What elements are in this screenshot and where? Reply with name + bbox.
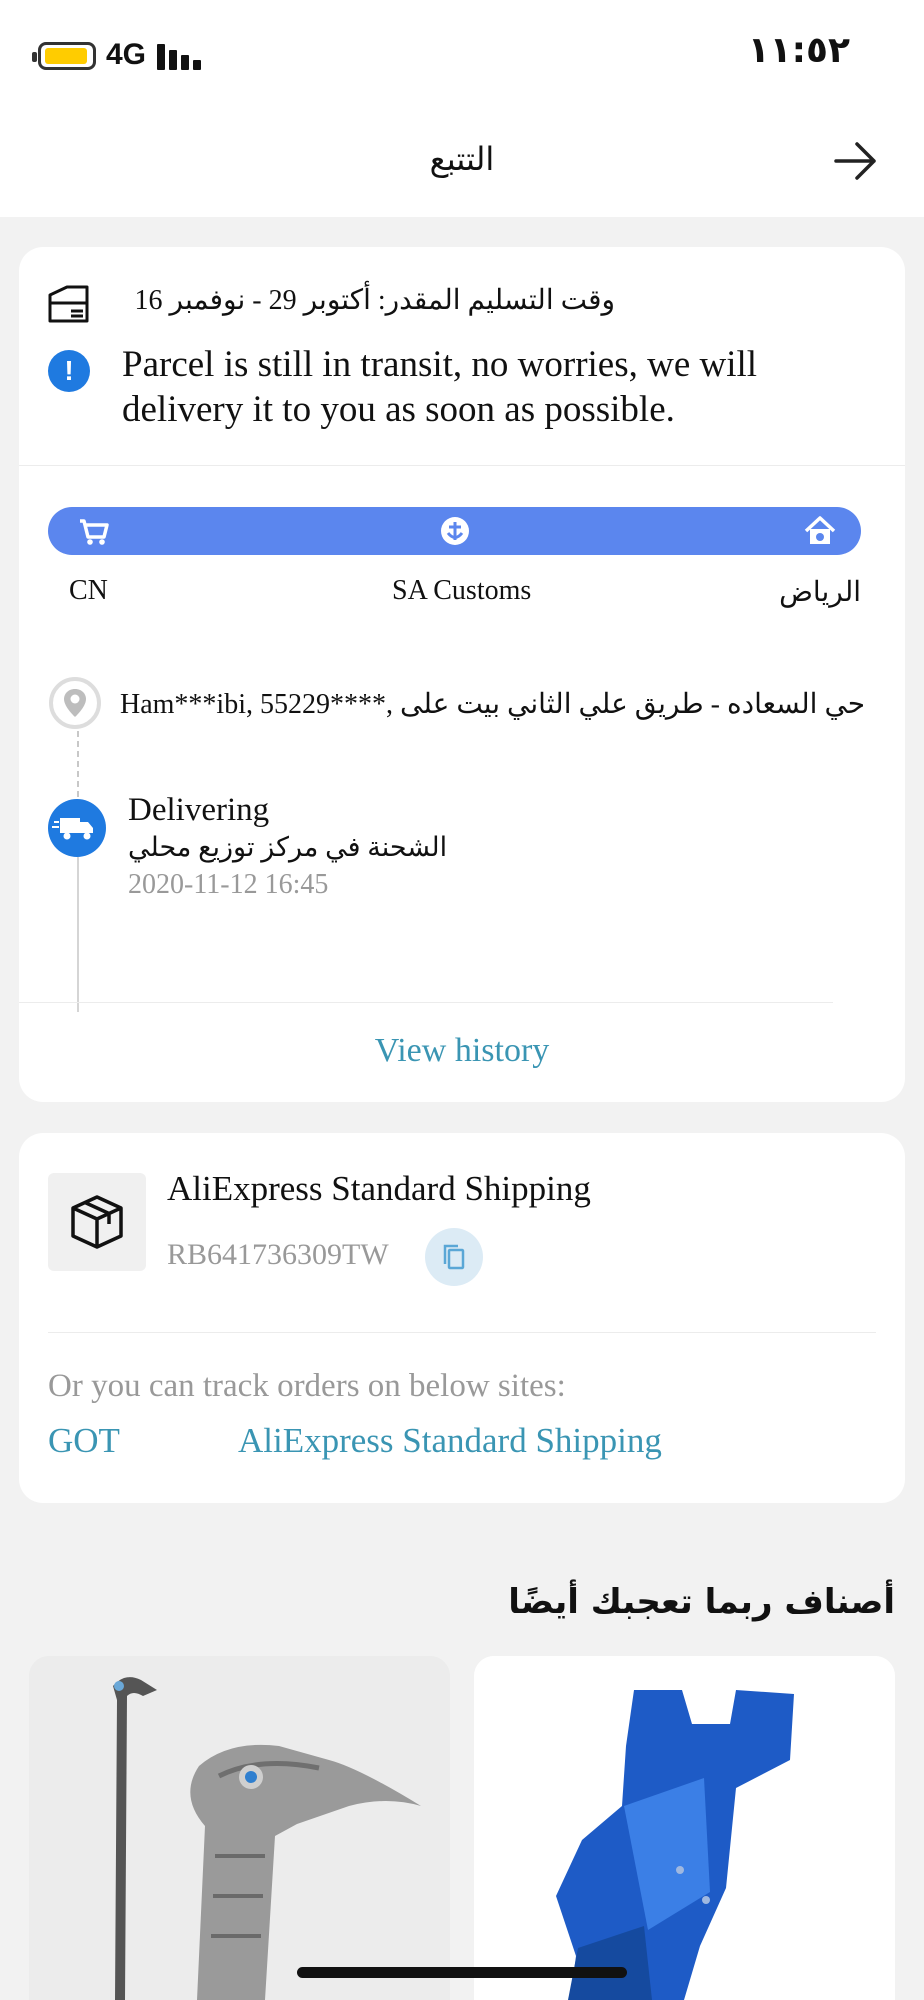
package-icon: [71, 1195, 123, 1249]
estimated-delivery: وقت التسليم المقدر: أكتوبر 29 - نوفمبر 1…: [134, 285, 615, 316]
divider: [19, 1002, 833, 1003]
product-card[interactable]: [474, 1656, 895, 2000]
delivering-truck-icon: [48, 799, 106, 857]
event-description: الشحنة في مركز توزيع محلي: [128, 832, 448, 862]
stage-destination: الرياض: [779, 577, 861, 608]
info-icon: !: [48, 350, 90, 392]
page-title: التتبع: [429, 140, 495, 178]
location-pin-icon: [49, 677, 101, 729]
divider: [19, 465, 905, 466]
event-status: Delivering: [128, 792, 270, 828]
customs-anchor-icon: [441, 517, 469, 545]
shipping-progress-bar: [48, 507, 861, 555]
home-icon: [804, 516, 836, 544]
package-thumbnail: [48, 1173, 146, 1271]
timeline-connector: [77, 731, 79, 797]
tracking-card: وقت التسليم المقدر: أكتوبر 29 - نوفمبر 1…: [19, 247, 905, 1102]
site-link-aliexpress[interactable]: AliExpress Standard Shipping: [238, 1421, 662, 1461]
track-sites-note: Or you can track orders on below sites:: [48, 1368, 566, 1404]
product-image: [29, 1656, 450, 2000]
delivery-box-icon: [48, 285, 89, 323]
cart-icon: [80, 519, 109, 545]
home-indicator[interactable]: [297, 1967, 627, 1978]
tracking-number: RB641736309TW: [167, 1238, 389, 1271]
divider: [48, 1332, 876, 1333]
copy-tracking-button[interactable]: [425, 1228, 483, 1286]
timeline-line: [77, 857, 79, 1012]
carrier-name: AliExpress Standard Shipping: [167, 1169, 591, 1208]
copy-icon: [443, 1244, 465, 1270]
page-header: التتبع: [0, 110, 924, 217]
event-timestamp: 2020-11-12 16:45: [128, 869, 329, 900]
view-history-link[interactable]: View history: [19, 1032, 905, 1070]
transit-message: Parcel is still in transit, no worries, …: [122, 344, 758, 430]
status-bar: 4G ١١:٥٢: [0, 0, 924, 110]
product-image: [474, 1656, 895, 2000]
back-arrow-icon[interactable]: [830, 136, 880, 186]
stage-customs: SA Customs: [392, 575, 532, 606]
battery-icon: [32, 42, 96, 70]
delivery-address: Ham***ibi, 55229****, حي السعاده - طريق …: [120, 689, 866, 720]
site-link-got[interactable]: GOT: [48, 1421, 120, 1461]
network-type: 4G: [106, 38, 147, 71]
recommendations-title: أصناف ربما تعجبك أيضًا: [508, 1582, 895, 1622]
status-time: ١١:٥٢: [747, 30, 850, 71]
signal-icon: [157, 44, 203, 70]
shipping-card: AliExpress Standard Shipping RB641736309…: [19, 1133, 905, 1503]
product-card[interactable]: [29, 1656, 450, 2000]
stage-origin: CN: [69, 575, 108, 606]
